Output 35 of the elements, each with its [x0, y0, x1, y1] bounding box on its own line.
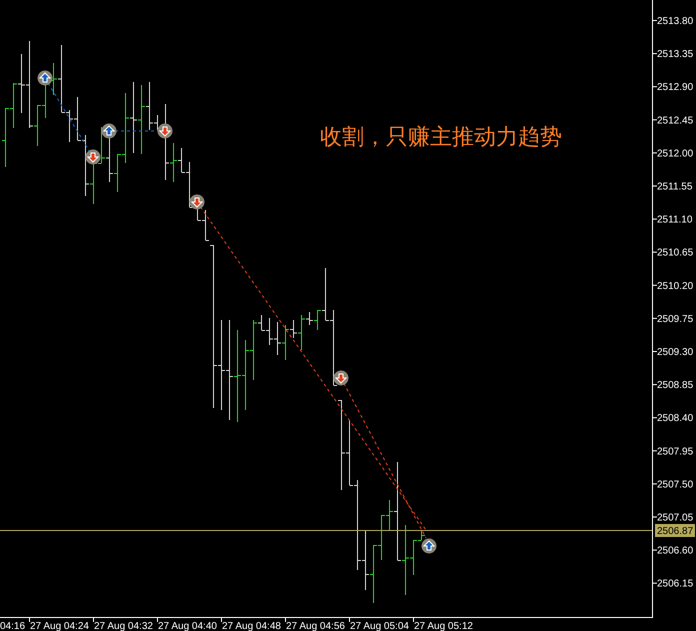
price-axis-label: 2513.80	[657, 16, 694, 27]
price-axis-label: 2509.30	[657, 347, 694, 358]
price-axis-label: 2507.95	[657, 446, 694, 458]
sell-arrow-icon	[158, 124, 172, 138]
price-axis-label: 2507.50	[657, 479, 694, 490]
time-axis-label: 27 Aug 04:32	[94, 621, 153, 631]
price-axis-label: 2512.45	[657, 115, 694, 126]
price-axis-label: 2506.60	[657, 546, 694, 557]
price-axis-label: 2508.40	[657, 413, 694, 424]
time-axis-label: 27 Aug 04:48	[222, 621, 281, 631]
price-axis-label: 2512.90	[657, 82, 694, 94]
price-axis-label: 2510.65	[657, 248, 694, 259]
buy-arrow-icon	[422, 538, 436, 554]
time-axis-label: 27 Aug 05:12	[414, 621, 473, 631]
price-axis-label: 2511.10	[657, 214, 692, 226]
price-axis-label: 2507.05	[657, 512, 694, 524]
buy-arrow-icon	[38, 70, 52, 86]
sell-arrow-icon	[86, 150, 100, 164]
price-axis-label: 2506.15	[657, 578, 694, 590]
chart-annotation: 收割，只赚主推动力趋势	[320, 124, 562, 149]
price-axis-label: 2510.20	[657, 280, 694, 292]
buy-arrow-icon	[102, 124, 116, 138]
price-axis-label: 2511.55	[657, 182, 692, 192]
time-axis-label: 04:16	[0, 621, 26, 631]
time-axis-label: 27 Aug 04:56	[286, 621, 345, 631]
time-axis-label: 27 Aug 04:40	[158, 621, 217, 631]
price-axis-label: 2512.00	[657, 148, 694, 160]
price-axis-label: 2513.35	[657, 49, 694, 60]
time-axis-label: 27 Aug 04:24	[30, 621, 89, 631]
current-price-label: 2506.87	[655, 524, 695, 537]
sell-arrow-icon	[190, 194, 204, 210]
price-axis-label: 2509.75	[657, 314, 694, 325]
time-axis-label: 27 Aug 05:04	[350, 621, 409, 631]
price-axis-label: 2508.85	[657, 380, 694, 392]
sell-arrow-icon	[334, 370, 348, 386]
